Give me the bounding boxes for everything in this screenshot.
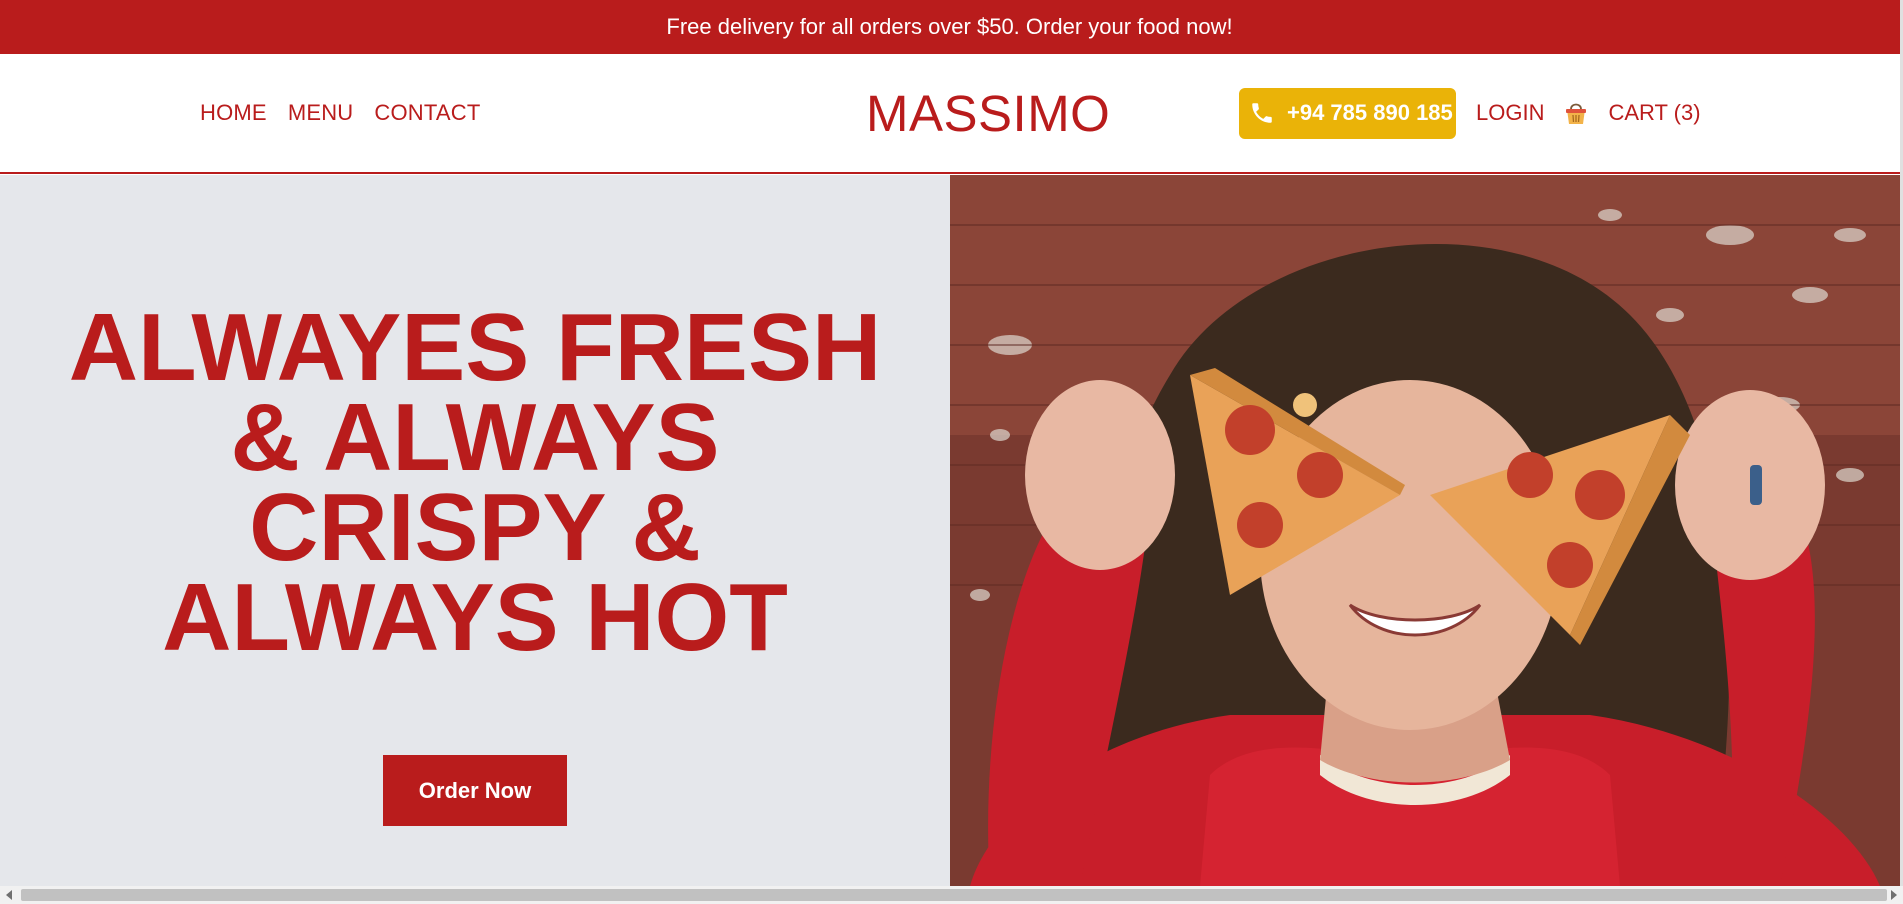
phone-icon (1252, 103, 1272, 123)
scrollbar-thumb[interactable] (21, 889, 1887, 901)
hero-text-panel: ALWAYES FRESH & ALWAYS CRISPY & ALWAYS H… (0, 175, 950, 886)
hero-headline-line: CRISPY & (249, 474, 701, 581)
promo-banner: Free delivery for all orders over $50. O… (0, 0, 1900, 54)
login-link[interactable]: LOGIN (1476, 100, 1544, 126)
header-actions: +94 785 890 185 LOGIN CART (3) (1239, 54, 1701, 172)
main-nav: HOME MENU CONTACT (200, 54, 501, 172)
nav-menu-link[interactable]: MENU (288, 100, 354, 126)
nav-home-link[interactable]: HOME (200, 100, 267, 126)
hero-image (950, 175, 1900, 886)
hero-section: ALWAYES FRESH & ALWAYS CRISPY & ALWAYS H… (0, 175, 1900, 886)
hero-photo-illustration (950, 175, 1900, 886)
hero-headline-line: ALWAYES FRESH (68, 294, 882, 401)
phone-number: +94 785 890 185 (1287, 100, 1453, 125)
site-header: HOME MENU CONTACT MASSIMO +94 785 890 18… (0, 54, 1900, 174)
scroll-left-arrow-icon[interactable] (6, 890, 12, 900)
horizontal-scrollbar[interactable] (0, 886, 1903, 904)
page: Free delivery for all orders over $50. O… (0, 0, 1903, 904)
promo-banner-text: Free delivery for all orders over $50. O… (666, 14, 1233, 39)
nav-contact-link[interactable]: CONTACT (374, 100, 480, 126)
scroll-right-arrow-icon[interactable] (1891, 890, 1897, 900)
cart-basket-icon[interactable] (1564, 100, 1588, 126)
hero-headline-line: & ALWAYS (230, 384, 720, 491)
phone-button[interactable]: +94 785 890 185 (1239, 87, 1456, 139)
site-logo[interactable]: MASSIMO (866, 84, 1110, 143)
hero-headline-line: ALWAYS HOT (162, 564, 788, 671)
order-now-button[interactable]: Order Now (383, 755, 567, 826)
hero-headline: ALWAYES FRESH & ALWAYS CRISPY & ALWAYS H… (40, 294, 910, 671)
cart-link[interactable]: CART (3) (1608, 100, 1700, 126)
